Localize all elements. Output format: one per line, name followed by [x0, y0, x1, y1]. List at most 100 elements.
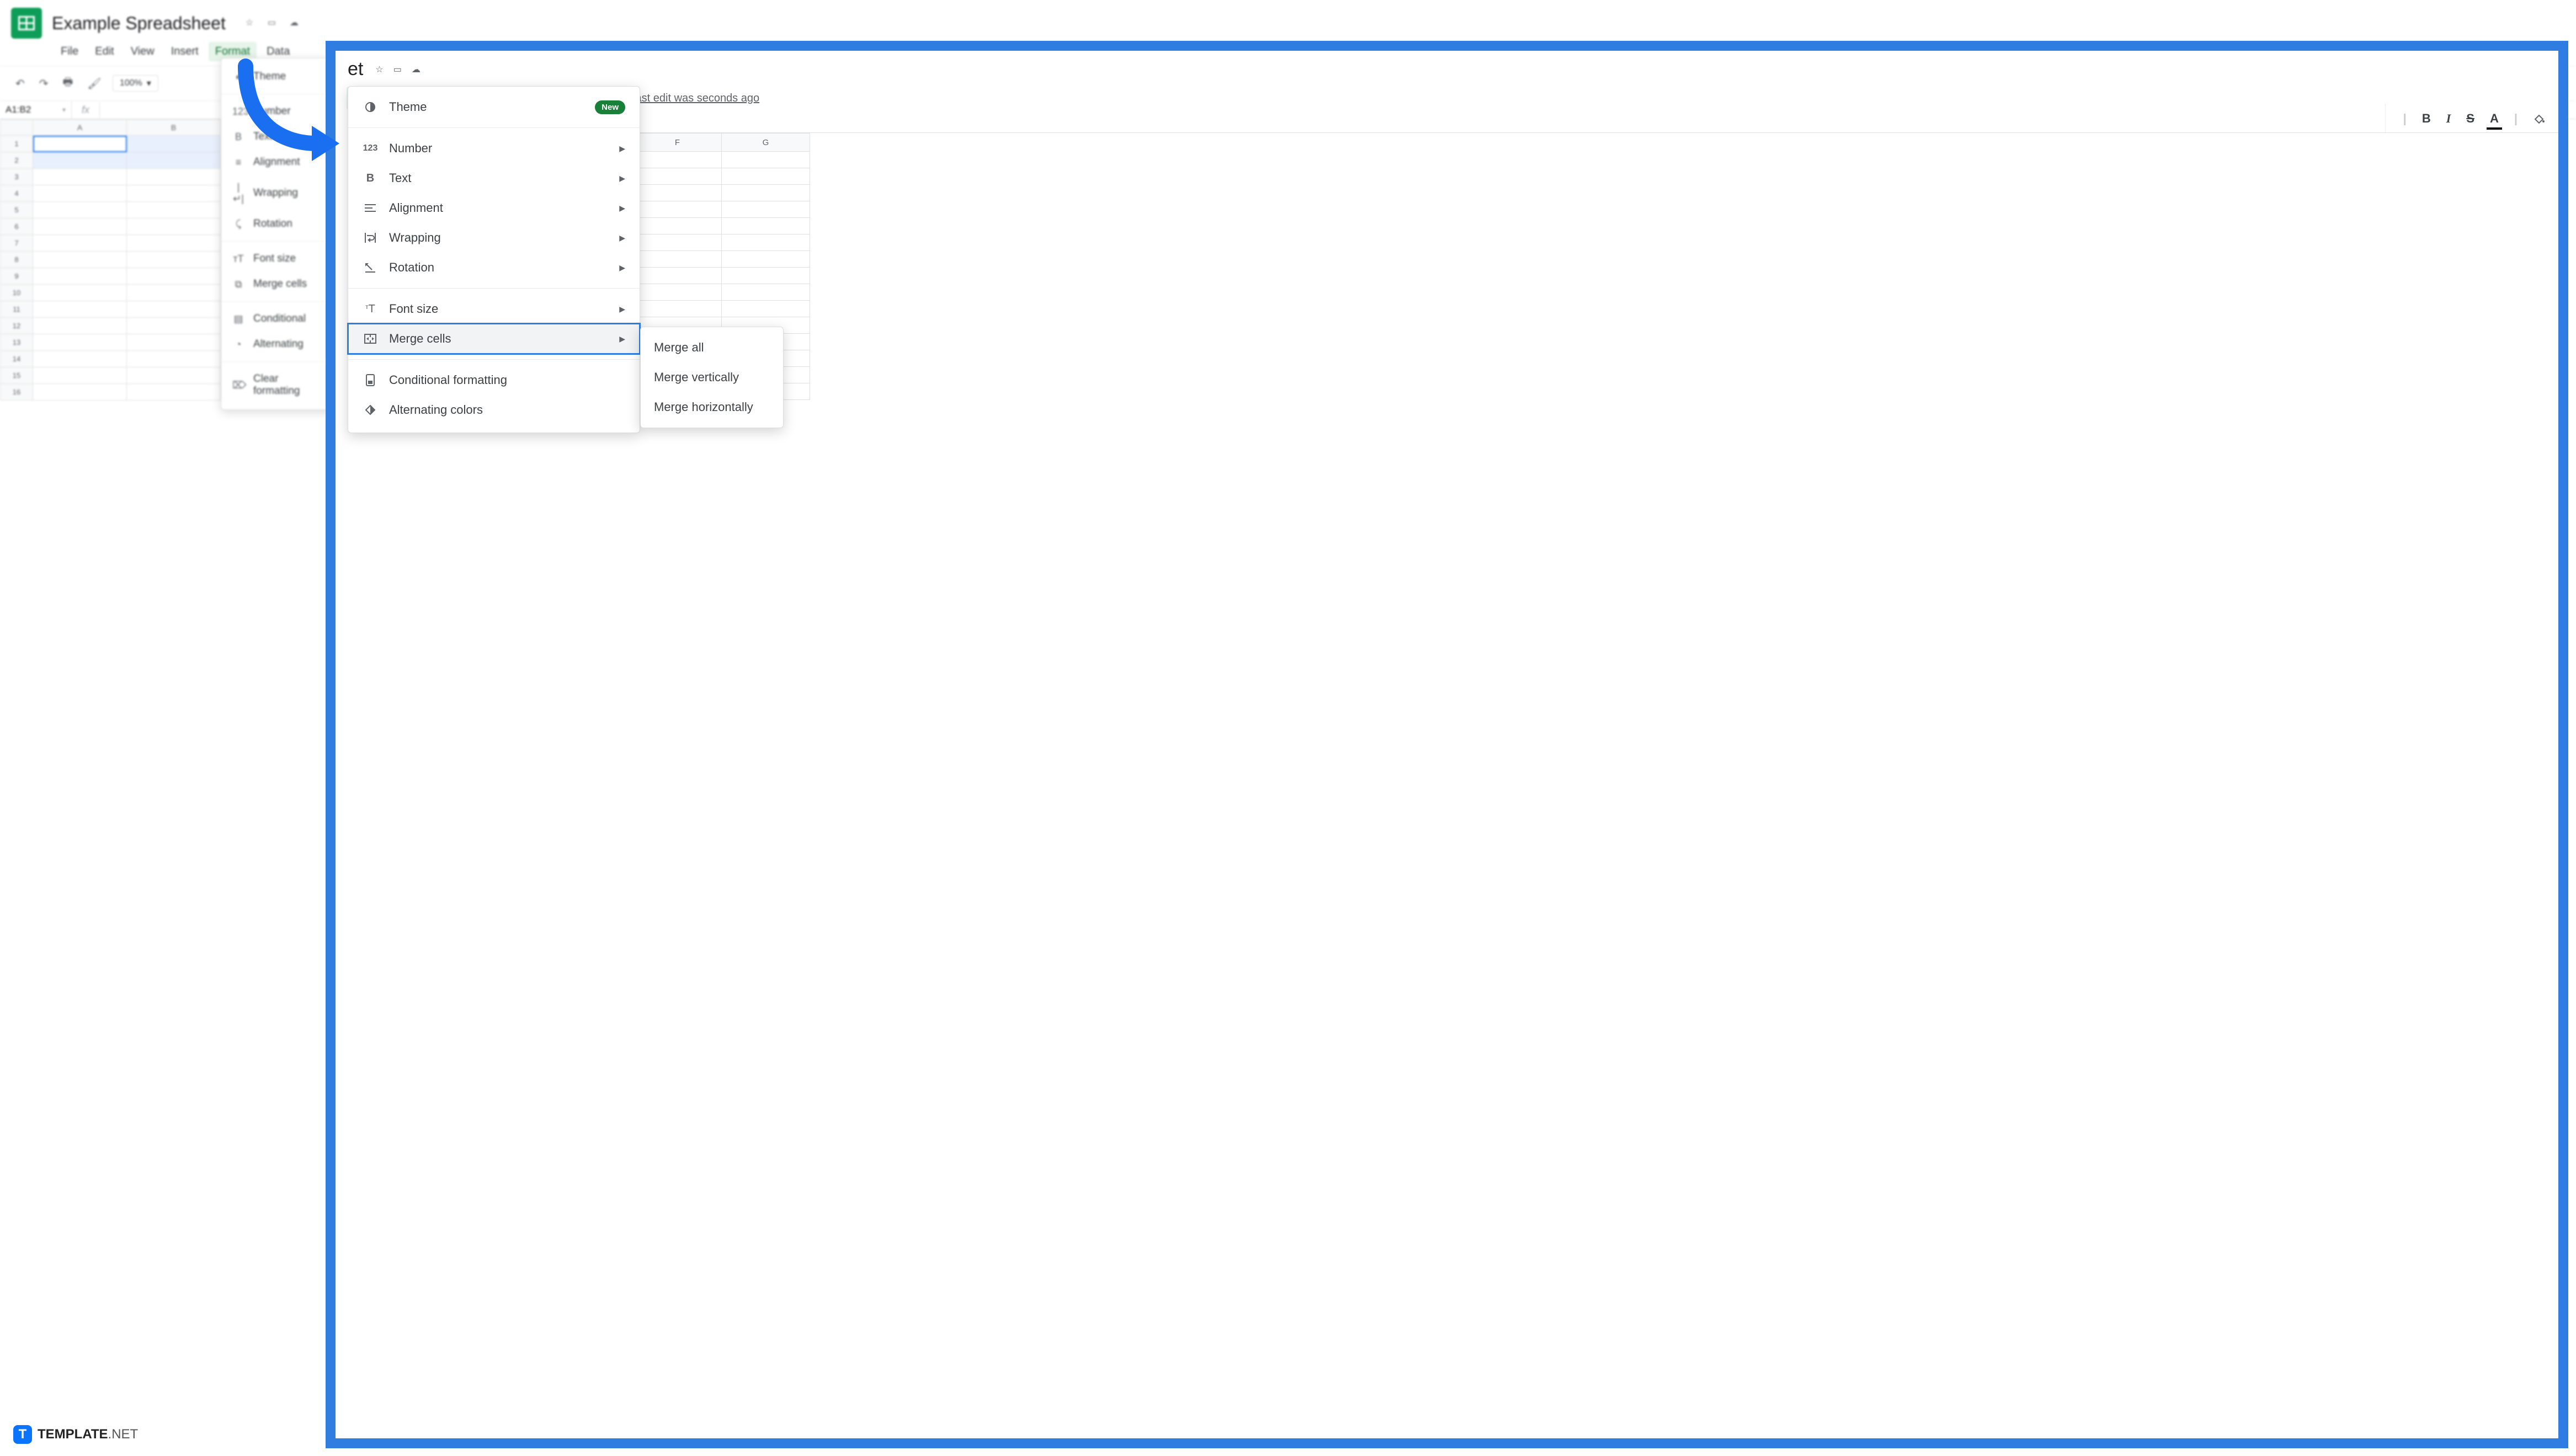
submenu-merge-all[interactable]: Merge all: [641, 333, 783, 362]
cell[interactable]: [33, 202, 127, 218]
cell[interactable]: [33, 235, 127, 252]
cell[interactable]: [127, 268, 221, 285]
row-header[interactable]: 1: [0, 136, 33, 152]
menu-item-conditional-formatting[interactable]: Conditional formatting: [348, 365, 640, 395]
cell[interactable]: [33, 218, 127, 235]
row-header[interactable]: 9: [0, 268, 33, 285]
cell[interactable]: [722, 152, 810, 168]
cell[interactable]: [127, 318, 221, 334]
menu-item-rotation[interactable]: Rotation ▶: [348, 253, 640, 282]
cell[interactable]: [33, 301, 127, 318]
cell[interactable]: [634, 201, 722, 218]
row-header[interactable]: 13: [0, 334, 33, 351]
col-header[interactable]: B: [127, 119, 221, 136]
row-header[interactable]: 11: [0, 301, 33, 318]
cell[interactable]: [127, 235, 221, 252]
row-header[interactable]: 6: [0, 218, 33, 235]
row-header[interactable]: 4: [0, 185, 33, 202]
move-to-folder-icon[interactable]: ▭: [393, 64, 402, 75]
cell[interactable]: [634, 168, 722, 185]
menu-item-theme[interactable]: Theme New: [348, 92, 640, 122]
col-header[interactable]: F: [634, 133, 722, 152]
menu-item-alternating-colors[interactable]: Alternating colors: [348, 395, 640, 425]
paint-format-icon[interactable]: 🖌: [84, 74, 104, 93]
cell[interactable]: [127, 367, 221, 384]
cell[interactable]: [127, 351, 221, 367]
cell[interactable]: [722, 201, 810, 218]
cell[interactable]: [33, 384, 127, 401]
cell[interactable]: [634, 218, 722, 234]
star-icon[interactable]: ☆: [375, 64, 383, 75]
cell[interactable]: [634, 251, 722, 268]
cell[interactable]: [722, 234, 810, 251]
cell[interactable]: [634, 268, 722, 284]
cell[interactable]: [722, 168, 810, 185]
cell[interactable]: [634, 301, 722, 317]
cell[interactable]: [33, 185, 127, 202]
menu-view[interactable]: View: [124, 42, 161, 61]
col-header[interactable]: G: [722, 133, 810, 152]
submenu-merge-vertically[interactable]: Merge vertically: [641, 362, 783, 392]
menu-item-font-size[interactable]: тT Font size ▶: [348, 294, 640, 324]
menu-edit[interactable]: Edit: [88, 42, 120, 61]
zoom-selector[interactable]: 100% ▾: [113, 75, 158, 92]
cell[interactable]: [722, 251, 810, 268]
document-title[interactable]: Example Spreadsheet: [52, 13, 226, 34]
cell[interactable]: [722, 185, 810, 201]
cloud-status-icon[interactable]: ☁: [412, 64, 421, 75]
cell[interactable]: [722, 301, 810, 317]
cell[interactable]: [33, 367, 127, 384]
cell[interactable]: [634, 284, 722, 301]
row-header[interactable]: 3: [0, 169, 33, 185]
col-header[interactable]: A: [33, 119, 127, 136]
cell[interactable]: [127, 169, 221, 185]
cell[interactable]: [634, 234, 722, 251]
row-header[interactable]: 15: [0, 367, 33, 384]
row-header[interactable]: 16: [0, 384, 33, 401]
cell[interactable]: [33, 334, 127, 351]
cell[interactable]: [127, 334, 221, 351]
cell[interactable]: [33, 252, 127, 268]
row-header[interactable]: 7: [0, 235, 33, 252]
cell[interactable]: [127, 301, 221, 318]
submenu-merge-horizontally[interactable]: Merge horizontally: [641, 392, 783, 422]
cell[interactable]: [127, 285, 221, 301]
fill-color-button[interactable]: [2530, 110, 2548, 127]
overlay-grid-fragment[interactable]: F G: [634, 132, 2558, 1438]
cell[interactable]: [127, 384, 221, 401]
cell[interactable]: [33, 152, 127, 169]
row-header[interactable]: 10: [0, 285, 33, 301]
print-icon[interactable]: 🖶: [60, 72, 77, 95]
strikethrough-button[interactable]: S: [2463, 109, 2478, 128]
cell[interactable]: [127, 202, 221, 218]
cell[interactable]: [33, 351, 127, 367]
cell[interactable]: [634, 152, 722, 168]
row-header[interactable]: 5: [0, 202, 33, 218]
cell[interactable]: [722, 218, 810, 234]
menu-file[interactable]: File: [54, 42, 85, 61]
menu-insert[interactable]: Insert: [164, 42, 205, 61]
star-icon[interactable]: ☆: [246, 17, 258, 29]
cloud-status-icon[interactable]: ☁: [290, 17, 302, 29]
row-header[interactable]: 8: [0, 252, 33, 268]
cell[interactable]: [127, 252, 221, 268]
last-edit-link[interactable]: Last edit was seconds ago: [621, 88, 767, 109]
menu-item-merge-cells[interactable]: Merge cells ▶: [348, 324, 640, 354]
cell[interactable]: [127, 136, 221, 152]
row-header[interactable]: 12: [0, 318, 33, 334]
row-header[interactable]: 2: [0, 152, 33, 169]
bold-button[interactable]: B: [2419, 109, 2434, 128]
redo-icon[interactable]: ↷: [36, 74, 52, 93]
cell[interactable]: [127, 152, 221, 169]
menu-item-text[interactable]: B Text ▶: [348, 163, 640, 193]
cell[interactable]: [634, 185, 722, 201]
name-box[interactable]: A1:B2 ▾: [0, 101, 72, 119]
menu-item-wrapping[interactable]: Wrapping ▶: [348, 223, 640, 253]
cell[interactable]: [127, 218, 221, 235]
menu-item-alignment[interactable]: Alignment ▶: [348, 193, 640, 223]
cell[interactable]: [722, 284, 810, 301]
undo-icon[interactable]: ↶: [12, 74, 28, 93]
cell[interactable]: [33, 318, 127, 334]
menu-item-number[interactable]: 123 Number ▶: [348, 134, 640, 163]
text-color-button[interactable]: A: [2487, 109, 2502, 128]
